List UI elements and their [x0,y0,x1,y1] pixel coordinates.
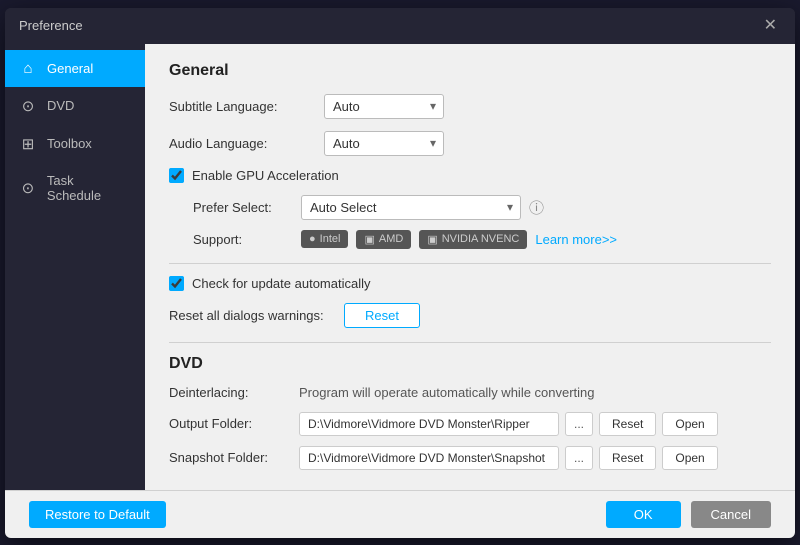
sidebar-label-toolbox: Toolbox [47,136,92,151]
intel-badge: ● Intel [301,230,348,248]
dialog-title: Preference [19,18,83,33]
deinterlacing-value: Program will operate automatically while… [299,385,595,400]
output-folder-reset-button[interactable]: Reset [599,412,656,436]
sidebar-label-dvd: DVD [47,98,74,113]
prefer-select-wrapper: Auto Select Intel AMD NVIDIA NVENC [301,195,521,220]
ok-button[interactable]: OK [606,501,681,528]
sidebar-item-taskschedule[interactable]: ⊙ Task Schedule [5,163,145,213]
sidebar-item-dvd[interactable]: ⊙ DVD [5,87,145,125]
snapshot-folder-open-button[interactable]: Open [662,446,717,470]
general-section-title: General [169,62,771,80]
taskschedule-icon: ⊙ [19,179,37,197]
dvd-icon: ⊙ [19,97,37,115]
sidebar-item-toolbox[interactable]: ⊞ Toolbox [5,125,145,163]
gpu-acceleration-label: Enable GPU Acceleration [192,168,339,183]
audio-language-label: Audio Language: [169,136,324,151]
restore-default-button[interactable]: Restore to Default [29,501,166,528]
footer-right-buttons: OK Cancel [606,501,771,528]
gpu-acceleration-row: Enable GPU Acceleration [169,168,771,183]
snapshot-folder-reset-button[interactable]: Reset [599,446,656,470]
learn-more-link[interactable]: Learn more>> [535,232,617,247]
cancel-button[interactable]: Cancel [691,501,771,528]
sidebar-label-general: General [47,61,93,76]
prefer-select-label: Prefer Select: [193,200,293,215]
audio-language-select-wrapper: Auto English Chinese [324,131,444,156]
snapshot-folder-actions: ... Reset Open [565,446,718,470]
toolbox-icon: ⊞ [19,135,37,153]
intel-label: Intel [320,233,341,245]
home-icon: ⌂ [19,60,37,77]
divider-2 [169,342,771,343]
amd-badge: ▣ AMD [356,230,411,249]
audio-language-select[interactable]: Auto English Chinese [324,131,444,156]
amd-icon: ▣ [364,233,374,246]
snapshot-folder-label: Snapshot Folder: [169,450,299,465]
check-update-label: Check for update automatically [192,276,370,291]
snapshot-folder-dots-button[interactable]: ... [565,446,593,470]
close-button[interactable]: ✕ [760,16,781,36]
nvidia-label: NVIDIA NVENC [442,233,520,245]
support-label: Support: [193,232,293,247]
deinterlacing-label: Deinterlacing: [169,385,299,400]
output-folder-input[interactable] [299,412,559,436]
output-folder-actions: ... Reset Open [565,412,718,436]
nvidia-badge: ▣ NVIDIA NVENC [419,230,527,249]
reset-dialogs-button[interactable]: Reset [344,303,420,328]
amd-label: AMD [379,233,403,245]
divider-1 [169,263,771,264]
check-update-row: Check for update automatically [169,276,771,291]
reset-dialogs-row: Reset all dialogs warnings: Reset [169,303,771,328]
deinterlacing-row: Deinterlacing: Program will operate auto… [169,385,771,400]
check-update-checkbox[interactable] [169,276,184,291]
prefer-select[interactable]: Auto Select Intel AMD NVIDIA NVENC [301,195,521,220]
reset-dialogs-label: Reset all dialogs warnings: [169,308,344,323]
output-folder-dots-button[interactable]: ... [565,412,593,436]
snapshot-folder-row: Snapshot Folder: ... Reset Open [169,446,771,470]
output-folder-row: Output Folder: ... Reset Open [169,412,771,436]
output-folder-open-button[interactable]: Open [662,412,717,436]
sidebar-label-taskschedule: Task Schedule [47,173,131,203]
gpu-acceleration-checkbox[interactable] [169,168,184,183]
sidebar-item-general[interactable]: ⌂ General [5,50,145,87]
output-folder-label: Output Folder: [169,416,299,431]
nvidia-icon: ▣ [427,233,437,246]
dialog-body: ⌂ General ⊙ DVD ⊞ Toolbox ⊙ Task Schedul… [5,44,795,490]
prefer-select-row: Prefer Select: Auto Select Intel AMD NVI… [193,195,771,220]
dialog-footer: Restore to Default OK Cancel [5,490,795,538]
title-bar: Preference ✕ [5,8,795,44]
audio-language-row: Audio Language: Auto English Chinese [169,131,771,156]
preference-dialog: Preference ✕ ⌂ General ⊙ DVD ⊞ Toolbox ⊙… [5,8,795,538]
snapshot-folder-input[interactable] [299,446,559,470]
support-row: Support: ● Intel ▣ AMD ▣ NVIDIA NVENC Le… [193,230,771,249]
subtitle-language-select[interactable]: Auto English Chinese [324,94,444,119]
subtitle-language-select-wrapper: Auto English Chinese [324,94,444,119]
content-area: General Subtitle Language: Auto English … [145,44,795,490]
sidebar: ⌂ General ⊙ DVD ⊞ Toolbox ⊙ Task Schedul… [5,44,145,490]
info-icon[interactable]: ⓘ [529,197,544,218]
subtitle-language-label: Subtitle Language: [169,99,324,114]
dvd-section-title: DVD [169,355,771,373]
subtitle-language-row: Subtitle Language: Auto English Chinese [169,94,771,119]
intel-icon: ● [309,233,316,245]
